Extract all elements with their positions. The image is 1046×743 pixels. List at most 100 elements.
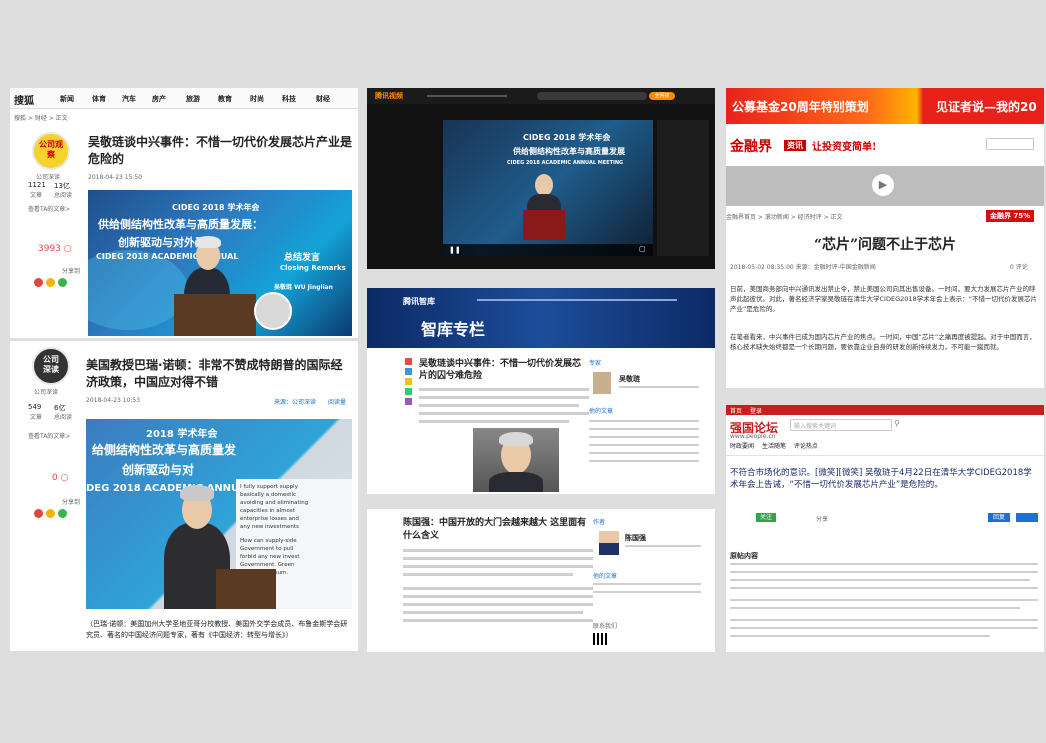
jrj-meta: 2018-05-02 08:35:00 来源：金融时评-中国金融新闻 [730, 264, 876, 271]
author-name[interactable]: 公司深读 [36, 172, 60, 181]
qzone-share-icon[interactable] [45, 278, 55, 287]
think-tank-photo [473, 428, 559, 492]
author-more-link[interactable]: 查看TA的文章> [28, 204, 70, 213]
chen-sidebar: 作者 陈国强 他的文章 联系我们 [593, 517, 709, 647]
wechat-share-icon[interactable] [57, 278, 67, 287]
qglt-extra-button[interactable] [1016, 513, 1038, 522]
comment-count-value-2: 0 [52, 473, 58, 483]
photo-caption: （巴瑞·诺顿：美国加州大学圣地亚哥分校教授、美国外交学会成员、布鲁金斯学会研究员… [86, 620, 348, 639]
article-time-2: 2018-04-23 10:53 [86, 397, 141, 404]
screen-line-2: basically a domestic [240, 492, 296, 498]
author-articles-label: 文章 [30, 192, 43, 199]
search-icon[interactable]: ⚲ [894, 419, 900, 428]
photo-side-line-1: 总结发言 [284, 253, 321, 263]
qzone-share-icon-2[interactable] [45, 509, 55, 518]
author-avatar[interactable]: 公司观察 [32, 132, 70, 170]
qglt-section-title: 原帖内容 [730, 552, 758, 560]
qglt-nav-politics[interactable]: 时政要闻 [730, 443, 754, 450]
nav-item-auto[interactable]: 汽车 [122, 94, 136, 104]
screen-line-5: enterprise losses and [240, 516, 299, 522]
qr-code-icon [593, 633, 607, 645]
nav-item-travel[interactable]: 旅游 [186, 94, 200, 104]
play-icon[interactable]: ▶ [872, 174, 894, 196]
tencent-video-panel: 腾讯视频 全网搜 CIDEG 2018 学术年会 供给侧结构性改革与高质量发展 … [367, 88, 715, 269]
nav-item-finance[interactable]: 财经 [316, 94, 330, 104]
jrj-breadcrumb[interactable]: 金融界首页 > 滚动新闻 > 经济时评 > 正文 [726, 212, 843, 221]
article-photo-wu: CIDEG 2018 学术年会 供给侧结构性改革与高质量发展： 创新驱动与对外开… [88, 190, 352, 336]
screen-line-6: any new investments [240, 524, 299, 530]
jrj-comment-count[interactable]: 0 评论 [1010, 262, 1028, 271]
breadcrumb[interactable]: 搜狐 > 财经 > 正文 [14, 113, 68, 122]
jrj-paragraph-2: 在笔者看来，中兴事件已成为国内芯片产业的焦点。一时间，中国“芯片”之痛再度被提起… [730, 333, 1036, 351]
author-name-2[interactable]: 公司深读 [34, 387, 58, 396]
jrj-top-select[interactable] [986, 138, 1034, 150]
chen-article-panel: 陈国强：中国开放的大门会越来越大 这里面有什么含义 作者 陈国强 他的文章 联系… [367, 509, 715, 652]
video-search-input[interactable] [537, 92, 647, 100]
comment-icon: ○ [63, 244, 72, 254]
jrj-logo[interactable]: 金融界 [730, 136, 772, 156]
author-articles-label-2: 文章 [30, 414, 43, 421]
nav-item-fashion[interactable]: 时尚 [250, 94, 264, 104]
weibo-share-icon[interactable] [34, 278, 43, 287]
qglt-home-link[interactable]: 首页 [730, 406, 742, 415]
author-readers-label: 总阅读 [54, 192, 73, 199]
share-icons [34, 278, 67, 290]
nav-item-education[interactable]: 教育 [218, 94, 232, 104]
nav-item-sports[interactable]: 体育 [92, 94, 106, 104]
expert-name[interactable]: 吴敬琏 [619, 374, 640, 384]
photo2-banner-line-3: 创新驱动与对 [122, 463, 195, 477]
qglt-nav-life[interactable]: 生活随笔 [762, 443, 786, 450]
column-title: 智库专栏 [421, 320, 486, 339]
video-subtitle: 供给侧结构性改革与高质量发展 [513, 147, 625, 156]
comment-count-2[interactable]: 0 ○ [52, 473, 68, 483]
article-read-link[interactable]: 阅读量 [328, 397, 346, 406]
article-title: 吴敬琏谈中兴事件：不惜一切代价发展芯片产业是危险的 [88, 135, 353, 166]
play-pause-icon[interactable]: ❚❚ [449, 246, 461, 254]
article-title-2: 美国教授巴瑞·诺顿：非常不赞成特朗普的国际经济政策，中国应对得不错 [86, 358, 343, 389]
screen-line-7: How can supply-side [240, 538, 297, 544]
jrj-banner[interactable]: 公募基金20周年特别策划 见证者说—我的20 [726, 88, 1044, 124]
video-search-button[interactable]: 全网搜 [649, 92, 675, 100]
nav-item-news[interactable]: 新闻 [60, 94, 74, 104]
comment-icon-2: ○ [60, 473, 69, 483]
chen-avatar[interactable] [599, 531, 619, 555]
chen-name[interactable]: 陈国强 [625, 533, 646, 543]
tencent-video-logo[interactable]: 腾讯视频 [375, 91, 403, 101]
nav-item-realestate[interactable]: 房产 [152, 94, 166, 104]
expert-avatar[interactable] [593, 372, 611, 394]
qglt-follow-button[interactable]: 关注 [756, 513, 776, 522]
qglt-post-title: 不符合市场化的意识。[微笑][微笑] 吴敬琏于4月22日在清华大学CIDEG20… [730, 468, 1032, 490]
think-tank-article-title: 吴敬琏谈中兴事件：不惜一切代价发展芯片的囚兮难危险 [419, 359, 582, 381]
article-source-link[interactable]: 来源：公司深读 [274, 397, 316, 406]
video-control-bar[interactable]: ❚❚ ▢ [443, 244, 653, 256]
jrj-banner-right: 见证者说—我的20 [936, 100, 1037, 114]
qglt-login-link[interactable]: 登录 [750, 406, 762, 415]
jrj-article-panel: 公募基金20周年特别策划 见证者说—我的20 金融界 资讯 让投资变简单! ▶ … [726, 88, 1044, 388]
qglt-nav: 时政要闻 生活随笔 评论热点 [730, 441, 818, 450]
screen-line-1: I fully support supply [240, 484, 298, 490]
other-articles-label: 他的文章 [589, 408, 614, 415]
fullscreen-icon[interactable]: ▢ [639, 245, 646, 253]
nav-item-tech[interactable]: 科技 [282, 94, 296, 104]
think-tank-panel: 腾讯智库 智库专栏 吴敬琏谈中兴事件：不惜一切代价发展芯片的囚兮难危险 专家 吴… [367, 288, 715, 494]
qglt-share-button[interactable]: 分享 [816, 514, 828, 523]
qglt-nav-comment[interactable]: 评论热点 [794, 443, 818, 450]
share-icons-2 [34, 509, 67, 521]
think-tank-header: 腾讯智库 智库专栏 [367, 288, 715, 348]
weibo-share-icon-2[interactable] [34, 509, 43, 518]
sohu-logo[interactable]: 搜狐 [14, 92, 34, 107]
qglt-logo-sub: www.people.cn [730, 433, 776, 440]
author-more-link-2[interactable]: 查看TA的文章> [28, 431, 70, 440]
screen-line-4: capacities in almost [240, 508, 295, 514]
qglt-reply-button[interactable]: 回复 [988, 513, 1010, 522]
comment-count[interactable]: 3993 ○ [38, 244, 72, 254]
video-player-frame[interactable]: CIDEG 2018 学术年会 供给侧结构性改革与高质量发展 CIDEG 201… [443, 120, 653, 256]
author-avatar-2[interactable]: 公司 深读 [32, 347, 70, 385]
think-tank-logo[interactable]: 腾讯智库 [403, 296, 435, 307]
wechat-share-icon-2[interactable] [57, 509, 67, 518]
photo-side-line-3: 吴敬琏 WU Jinglian [274, 284, 333, 291]
jrj-logo-sub: 资讯 [784, 140, 806, 151]
jrj-video-banner[interactable]: ▶ [726, 166, 1044, 206]
jrj-paragraph-1: 日前，美国商务部向中兴通讯发出禁止令，禁止美国公司向其出售设备。一时间，要大力发… [730, 285, 1038, 313]
photo2-banner-line-4: DEG 2018 ACADEMIC ANNUAL [86, 483, 253, 494]
